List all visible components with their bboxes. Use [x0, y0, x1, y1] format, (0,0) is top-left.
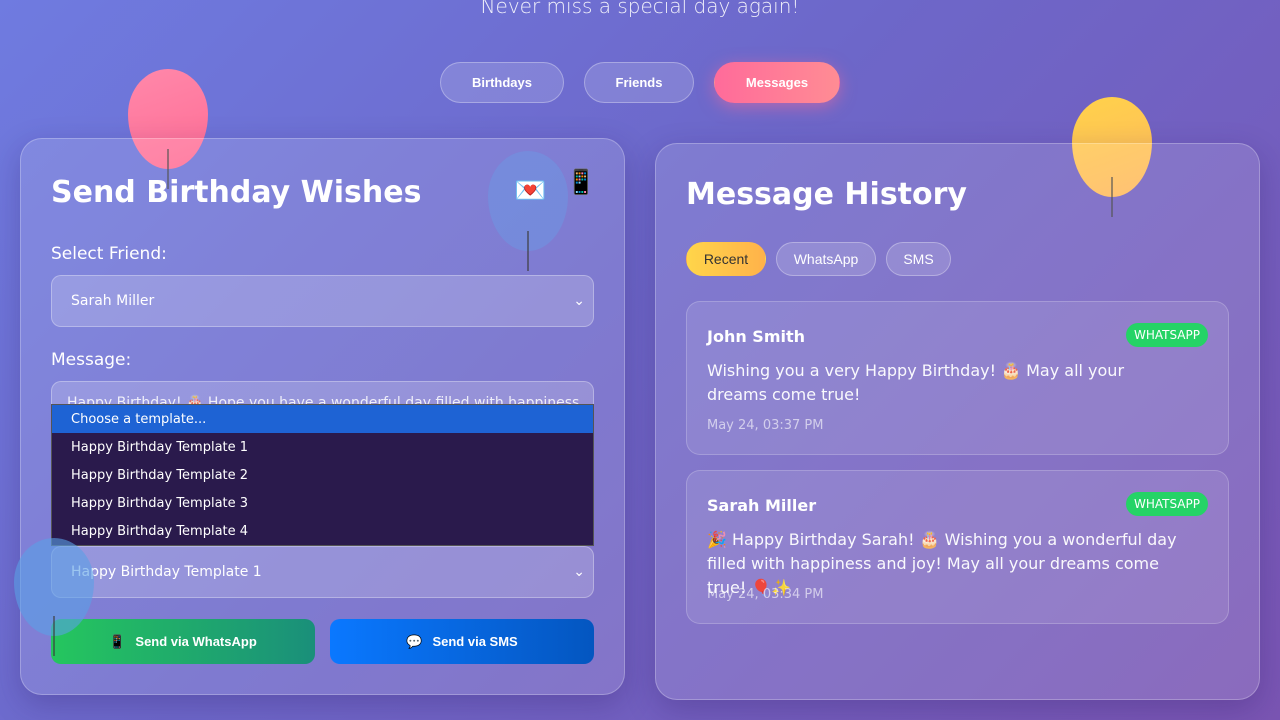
template-select[interactable]: Happy Birthday Template 1 ⌄ [51, 546, 594, 598]
chevron-down-icon: ⌄ [573, 293, 585, 309]
phone-icon: 📱 [109, 633, 126, 649]
template-select-value: Happy Birthday Template 1 [71, 564, 262, 580]
message-recipient: Sarah Miller [707, 496, 817, 515]
chevron-down-icon: ⌄ [573, 564, 585, 580]
message-timestamp: May 24, 03:34 PM [707, 587, 824, 602]
send-wishes-title: Send Birthday Wishes [51, 175, 422, 210]
main-nav: Birthdays Friends Messages [0, 62, 1280, 103]
message-label: Message: [51, 350, 132, 370]
select-friend-label: Select Friend: [51, 244, 167, 264]
template-option[interactable]: Happy Birthday Template 3 [52, 489, 593, 517]
friend-select-value: Sarah Miller [71, 293, 155, 309]
filter-whatsapp[interactable]: WhatsApp [776, 242, 876, 276]
send-whatsapp-button[interactable]: 📱 Send via WhatsApp [51, 619, 315, 664]
send-sms-label: Send via SMS [432, 634, 518, 649]
filter-recent[interactable]: Recent [686, 242, 766, 276]
message-body: Wishing you a very Happy Birthday! 🎂 May… [707, 361, 1125, 404]
template-dropdown-list: Choose a template... Happy Birthday Temp… [51, 404, 594, 546]
page-subtitle: Never miss a special day again! [480, 0, 800, 18]
template-option[interactable]: Happy Birthday Template 4 [52, 517, 593, 545]
template-option[interactable]: Choose a template... [52, 405, 593, 433]
send-whatsapp-label: Send via WhatsApp [135, 634, 257, 649]
message-item[interactable]: John Smith WHATSAPP Wishing you a very H… [686, 301, 1229, 455]
message-recipient: John Smith [707, 327, 806, 346]
template-option[interactable]: Happy Birthday Template 2 [52, 461, 593, 489]
message-history-title: Message History [686, 177, 967, 212]
message-timestamp: May 24, 03:37 PM [707, 418, 824, 433]
send-sms-button[interactable]: 💬 Send via SMS [330, 619, 594, 664]
balloon-string [53, 616, 55, 656]
friend-select[interactable]: Sarah Miller ⌄ [51, 275, 594, 327]
channel-badge: WHATSAPP [1125, 492, 1208, 516]
balloon-string [527, 231, 529, 271]
tab-friends[interactable]: Friends [584, 62, 694, 103]
channel-badge: WHATSAPP [1125, 323, 1208, 347]
tab-birthdays[interactable]: Birthdays [440, 62, 564, 103]
template-option[interactable]: Happy Birthday Template 1 [52, 433, 593, 461]
love-letter-icon: 💌 [514, 176, 547, 206]
tab-messages[interactable]: Messages [714, 62, 840, 103]
message-item[interactable]: Sarah Miller WHATSAPP 🎉 Happy Birthday S… [686, 470, 1229, 624]
filter-sms[interactable]: SMS [886, 242, 951, 276]
phone-icon: 📱 [566, 168, 596, 196]
speech-bubble-icon: 💬 [406, 633, 423, 649]
